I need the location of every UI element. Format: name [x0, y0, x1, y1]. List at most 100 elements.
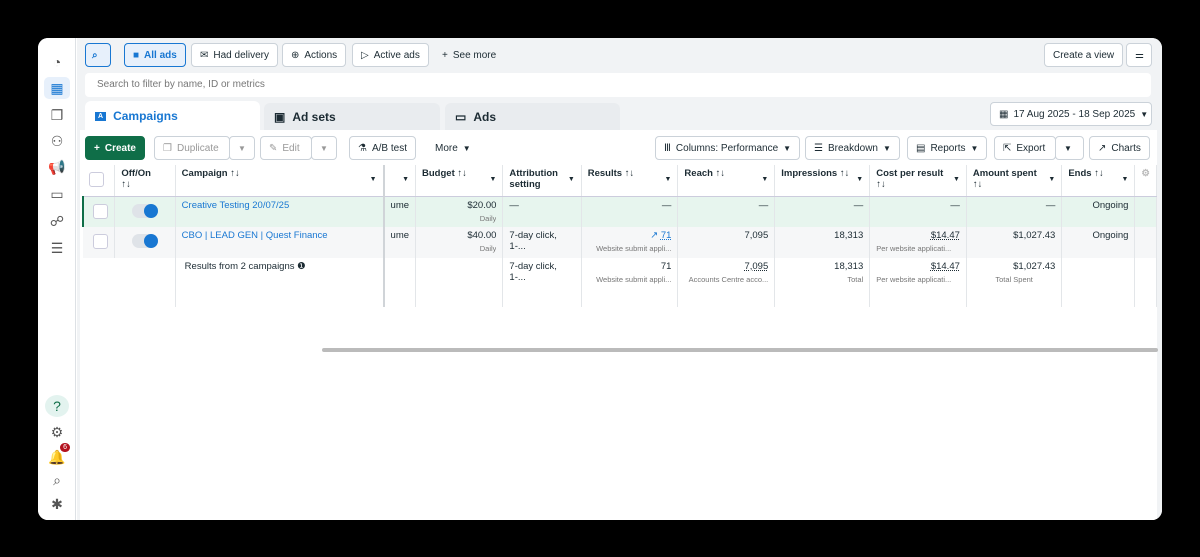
header-budget[interactable]: Budget ↑↓ ▼	[415, 165, 504, 197]
megaphone-icon[interactable]: 📢	[44, 156, 70, 178]
export-button[interactable]: ⇱ Export	[994, 136, 1056, 160]
filter-label: See more	[452, 49, 497, 61]
header-ends[interactable]: Ends ↑↓ ▼	[1061, 165, 1136, 197]
filter-all-ads[interactable]: ■ All ads	[124, 43, 186, 67]
table-icon[interactable]: ▦	[44, 77, 70, 99]
chart-icon: ↗	[1098, 142, 1107, 154]
caret-icon: ▼	[1140, 109, 1149, 119]
ends-cell: Ongoing	[1061, 227, 1136, 258]
campaigns-panel: + Create ❐ Duplicate ▼ ✎ Edit ▼ ⚗ A/B test M…	[80, 130, 1158, 520]
button-label: Duplicate	[176, 142, 219, 154]
breakdown-button[interactable]: ☰ Breakdown ▼	[805, 136, 900, 160]
campaign-name-link[interactable]: CBO | LEAD GEN | Quest Finance	[175, 227, 385, 258]
plus-icon: +	[442, 49, 448, 61]
search-button[interactable]: ⌕	[85, 43, 111, 67]
attribution-cell: —	[502, 196, 582, 227]
header-impressions[interactable]: Impressions ↑↓ ▼	[774, 165, 871, 197]
columns-button[interactable]: Ⅲ Columns: Performance ▼	[655, 136, 801, 160]
audiences-icon[interactable]: ⚇	[44, 130, 70, 152]
notifications-icon[interactable]: 🔔 6	[44, 443, 70, 468]
filter-actions[interactable]: ⊕ Actions	[282, 43, 347, 67]
envelope-icon: ✉	[200, 49, 209, 61]
duplicate-dropdown[interactable]: ▼	[229, 136, 255, 160]
header-off-on[interactable]: Off/On ↑↓	[114, 165, 176, 197]
filter-label: Actions	[304, 49, 338, 61]
amount-cell: —	[966, 196, 1063, 227]
tab-ad-sets[interactable]: ▣ Ad sets	[264, 103, 440, 131]
budget-cell: $40.00 Daily	[415, 227, 504, 258]
header-attribution[interactable]: Attribution setting ▼	[502, 165, 582, 197]
summary-results: 71 Website submit appli...	[581, 258, 679, 307]
duplicate-button[interactable]: ❐ Duplicate	[154, 136, 230, 160]
header-cost-per-result[interactable]: Cost per result ↑↓ ▼	[869, 165, 967, 197]
copy-icon: ❐	[163, 142, 172, 154]
summary-impressions: 18,313 Total	[774, 258, 871, 307]
summary-row: Results from 2 campaigns ❶ 7-day click, …	[83, 258, 1157, 307]
charts-button[interactable]: ↗ Charts	[1089, 136, 1150, 160]
tab-campaigns[interactable]: A Campaigns	[85, 101, 260, 131]
header-campaign[interactable]: Campaign ↑↓ ▼	[175, 165, 385, 197]
header-results[interactable]: Results ↑↓ ▼	[581, 165, 679, 197]
campaign-toggle[interactable]	[132, 203, 159, 218]
network-icon[interactable]: ☍	[44, 210, 70, 232]
row-checkbox[interactable]	[93, 203, 109, 219]
tab-label: Ad sets	[292, 110, 336, 124]
search-input[interactable]: Search to filter by name, ID or metrics	[85, 73, 1151, 97]
summary-amount: $1,027.43 Total Spent	[966, 258, 1063, 307]
create-button[interactable]: + Create	[85, 136, 145, 160]
window-icon: ▭	[455, 110, 467, 124]
header-reach[interactable]: Reach ↑↓ ▼	[677, 165, 776, 197]
help-icon[interactable]: ?	[45, 395, 69, 417]
see-more-button[interactable]: + See more	[434, 43, 504, 67]
reach-cell: —	[677, 196, 776, 227]
filter-had-delivery[interactable]: ✉ Had delivery	[191, 43, 278, 67]
trend-icon: ↗	[650, 230, 661, 241]
filter-label: Active ads	[373, 49, 420, 61]
dashboard-icon[interactable]: ◔	[44, 51, 70, 73]
flask-icon: ⚗	[358, 142, 367, 154]
app-window: ◔ ▦ ❐ ⚇ 📢 ▭ ☍ ☰ ? ⚙ 🔔 6 ⌕ ✱ ⌕ ■ All ads ✉ H…	[38, 38, 1162, 520]
calendar-icon: ▦	[999, 108, 1009, 120]
tab-label: Campaigns	[113, 109, 178, 123]
menu-icon[interactable]: ☰	[44, 237, 70, 259]
campaigns-table: Off/On ↑↓ Campaign ↑↓ ▼ ▼ Budget ↑↓ ▼ Attri…	[82, 165, 1157, 307]
tab-ads[interactable]: ▭ Ads	[445, 103, 620, 131]
sliders-icon[interactable]: ⚌	[1126, 43, 1152, 67]
billing-card-icon[interactable]: ▭	[44, 183, 70, 205]
row-checkbox[interactable]	[93, 234, 109, 249]
upload-circle-icon: ⊕	[291, 49, 300, 61]
button-label: Columns: Performance	[675, 142, 779, 154]
pages-icon[interactable]: ❐	[44, 104, 70, 126]
select-all-checkbox[interactable]	[83, 165, 116, 197]
info-icon[interactable]: ❶	[297, 261, 306, 272]
more-button[interactable]: More ▼	[427, 136, 479, 160]
grid-icon: ▣	[274, 110, 286, 124]
reports-button[interactable]: ▤ Reports ▼	[907, 136, 988, 160]
table-row[interactable]: Creative Testing 20/07/25 ume $20.00 Dail…	[82, 196, 1157, 227]
bug-icon[interactable]: ✱	[44, 493, 70, 515]
settings-icon[interactable]: ⚙	[44, 421, 70, 443]
date-range-picker[interactable]: ▦ 17 Aug 2025 - 18 Sep 2025 ▼	[990, 102, 1152, 126]
edit-dropdown[interactable]: ▼	[311, 136, 337, 160]
column-settings-icon[interactable]: ⚙	[1134, 165, 1157, 197]
ab-test-button[interactable]: ⚗ A/B test	[349, 136, 416, 160]
plus-icon: +	[94, 142, 100, 154]
search-icon[interactable]: ⌕	[44, 469, 70, 491]
campaign-toggle[interactable]	[132, 234, 159, 248]
horizontal-scrollbar[interactable]	[322, 348, 1158, 352]
columns-icon: Ⅲ	[664, 142, 671, 154]
campaign-name-link[interactable]: Creative Testing 20/07/25	[175, 196, 385, 227]
export-dropdown[interactable]: ▼	[1055, 136, 1084, 160]
header-hidden-column[interactable]: ▼	[383, 165, 417, 197]
ends-cell: Ongoing	[1061, 196, 1136, 227]
edit-button[interactable]: ✎ Edit	[260, 136, 312, 160]
header-amount-spent[interactable]: Amount spent ↑↓ ▼	[966, 165, 1063, 197]
results-cell[interactable]: ↗ 71 Website submit appli...	[581, 227, 679, 258]
table-row[interactable]: CBO | LEAD GEN | Quest Finance ume $40.0…	[83, 227, 1157, 258]
partial-cell: ume	[383, 196, 417, 227]
send-icon: ▷	[361, 49, 369, 61]
reports-icon: ▤	[916, 142, 926, 154]
filter-active-ads[interactable]: ▷ Active ads	[352, 43, 429, 67]
summary-attribution: 7-day click, 1-...	[502, 258, 582, 307]
create-view-button[interactable]: Create a view	[1044, 43, 1124, 67]
